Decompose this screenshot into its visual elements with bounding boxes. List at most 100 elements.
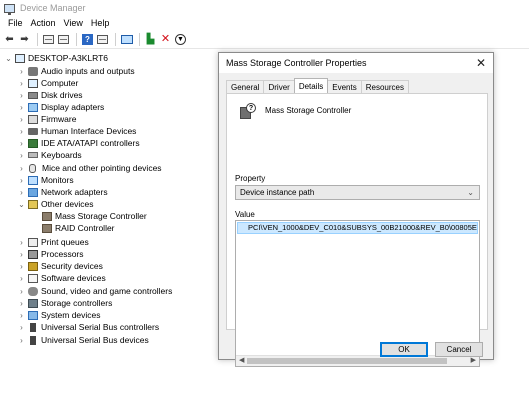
- tree-item-sound[interactable]: › Sound, video and game controllers: [17, 285, 172, 297]
- chevron-right-icon[interactable]: ›: [17, 311, 26, 320]
- tree-item-usb-devices[interactable]: › Universal Serial Bus devices: [17, 334, 149, 346]
- details-panel: ? Mass Storage Controller Property Devic…: [226, 93, 488, 367]
- tree-item-storage[interactable]: › Storage controllers: [17, 297, 112, 309]
- tree-item-network[interactable]: › Network adapters: [17, 186, 107, 198]
- chevron-right-icon[interactable]: ›: [17, 274, 26, 283]
- scroll-left-icon[interactable]: ◀: [239, 356, 244, 364]
- tree-item-other-devices[interactable]: ⌄ Other devices: [17, 198, 93, 210]
- help-button[interactable]: ?: [81, 33, 94, 46]
- tab-events[interactable]: Events: [327, 80, 362, 93]
- other-devices-icon: [28, 199, 38, 209]
- disable-button[interactable]: ▼: [174, 33, 187, 46]
- update-driver-icon: [97, 35, 108, 44]
- tree-item-system[interactable]: › System devices: [17, 309, 100, 321]
- chevron-down-icon[interactable]: ⌄: [17, 200, 26, 209]
- computer-icon: [28, 78, 38, 88]
- tree-item-label: Human Interface Devices: [41, 126, 137, 136]
- security-device-icon: [28, 261, 38, 271]
- tree-item-usb-controllers[interactable]: › Universal Serial Bus controllers: [17, 321, 159, 333]
- close-icon[interactable]: ✕: [476, 56, 486, 70]
- dialog-title: Mass Storage Controller Properties: [226, 58, 367, 68]
- window-title: Device Manager: [20, 3, 86, 13]
- uninstall-button[interactable]: ✕: [159, 33, 172, 46]
- tree-item-processors[interactable]: › Processors: [17, 248, 83, 260]
- properties-button[interactable]: [42, 33, 55, 46]
- tree-item-label: Print queues: [41, 237, 89, 247]
- menu-action[interactable]: Action: [27, 18, 60, 28]
- chevron-right-icon[interactable]: ›: [17, 176, 26, 185]
- tree-item-label: Computer: [41, 78, 79, 88]
- add-hardware-button[interactable]: ▙: [144, 33, 157, 46]
- toolbar-separator: [115, 33, 116, 46]
- unknown-device-warning-icon: [42, 223, 52, 233]
- tree-item-security[interactable]: › Security devices: [17, 260, 103, 272]
- tree-item-keyboards[interactable]: › Keyboards: [17, 149, 81, 161]
- chevron-right-icon[interactable]: ›: [17, 79, 26, 88]
- tree-item-ide[interactable]: › IDE ATA/ATAPI controllers: [17, 137, 140, 149]
- chevron-right-icon[interactable]: ›: [17, 323, 26, 332]
- chevron-right-icon[interactable]: ›: [17, 103, 26, 112]
- chevron-right-icon[interactable]: ›: [17, 287, 26, 296]
- add-hardware-icon: ▙: [146, 33, 155, 45]
- monitor-icon: [120, 35, 133, 44]
- hid-icon: [28, 127, 38, 135]
- tree-item-audio[interactable]: › Audio inputs and outputs: [17, 65, 135, 77]
- toolbar-separator: [76, 33, 77, 46]
- forward-button[interactable]: ➡: [18, 33, 31, 46]
- tree-item-label: Display adapters: [41, 102, 105, 112]
- menu-view[interactable]: View: [60, 18, 87, 28]
- chevron-right-icon[interactable]: ›: [17, 250, 26, 259]
- tree-item-mass-storage[interactable]: Mass Storage Controller: [40, 210, 147, 222]
- toolbar: ⬅ ➡ ? ▙ ✕ ▼: [0, 31, 529, 49]
- ok-button[interactable]: OK: [380, 342, 428, 357]
- tab-general[interactable]: General: [226, 80, 265, 93]
- mouse-icon: [29, 163, 36, 173]
- tree-item-firmware[interactable]: › Firmware: [17, 113, 76, 125]
- chevron-right-icon[interactable]: ›: [17, 67, 26, 76]
- tree-item-computer[interactable]: › Computer: [17, 77, 78, 89]
- tree-item-label: Universal Serial Bus devices: [41, 335, 149, 345]
- scrollbar-thumb[interactable]: [247, 358, 447, 364]
- chevron-right-icon[interactable]: ›: [17, 139, 26, 148]
- tab-details[interactable]: Details: [293, 78, 329, 93]
- toolbar-separator: [37, 33, 38, 46]
- tree-item-label: Audio inputs and outputs: [41, 66, 135, 76]
- tree-item-mice[interactable]: › Mice and other pointing devices: [17, 162, 161, 174]
- show-hidden-button[interactable]: [57, 33, 70, 46]
- chevron-down-icon[interactable]: ⌄: [4, 54, 13, 63]
- tree-item-monitors[interactable]: › Monitors: [17, 174, 73, 186]
- chevron-right-icon[interactable]: ›: [17, 91, 26, 100]
- menu-help[interactable]: Help: [87, 18, 114, 28]
- tree-item-disk-drives[interactable]: › Disk drives: [17, 89, 82, 101]
- chevron-right-icon[interactable]: ›: [17, 336, 26, 345]
- tree-item-hid[interactable]: › Human Interface Devices: [17, 125, 136, 137]
- tree-item-raid[interactable]: RAID Controller: [40, 222, 115, 234]
- value-item-selected[interactable]: PCI\VEN_1000&DEV_C010&SUBSYS_00B21000&RE…: [237, 222, 478, 234]
- chevron-right-icon[interactable]: ›: [17, 188, 26, 197]
- back-button[interactable]: ⬅: [3, 33, 16, 46]
- chevron-right-icon[interactable]: ›: [17, 164, 26, 173]
- update-driver-button[interactable]: [96, 33, 109, 46]
- back-arrow-icon: ⬅: [5, 33, 14, 45]
- device-tree: ⌄ DESKTOP-A3KLRT6 › Audio inputs and out…: [0, 50, 218, 400]
- scroll-right-icon[interactable]: ▶: [471, 356, 476, 364]
- scan-hardware-button[interactable]: [120, 33, 133, 46]
- tree-item-software[interactable]: › Software devices: [17, 272, 106, 284]
- tree-item-label: IDE ATA/ATAPI controllers: [41, 138, 140, 148]
- tab-resources[interactable]: Resources: [360, 80, 409, 93]
- property-select[interactable]: Device instance path ⌄: [235, 185, 480, 200]
- dialog-titlebar[interactable]: Mass Storage Controller Properties ✕: [219, 53, 493, 73]
- chevron-right-icon[interactable]: ›: [17, 299, 26, 308]
- tree-root[interactable]: ⌄ DESKTOP-A3KLRT6: [4, 52, 108, 64]
- chevron-right-icon[interactable]: ›: [17, 115, 26, 124]
- chevron-right-icon[interactable]: ›: [17, 151, 26, 160]
- tab-driver[interactable]: Driver: [263, 80, 295, 93]
- chevron-right-icon[interactable]: ›: [17, 238, 26, 247]
- cancel-button[interactable]: Cancel: [435, 342, 483, 357]
- uninstall-icon: ✕: [160, 33, 171, 45]
- chevron-right-icon[interactable]: ›: [17, 262, 26, 271]
- chevron-right-icon[interactable]: ›: [17, 127, 26, 136]
- tree-item-print-queues[interactable]: › Print queues: [17, 236, 89, 248]
- menu-file[interactable]: File: [4, 18, 27, 28]
- tree-item-display-adapters[interactable]: › Display adapters: [17, 101, 104, 113]
